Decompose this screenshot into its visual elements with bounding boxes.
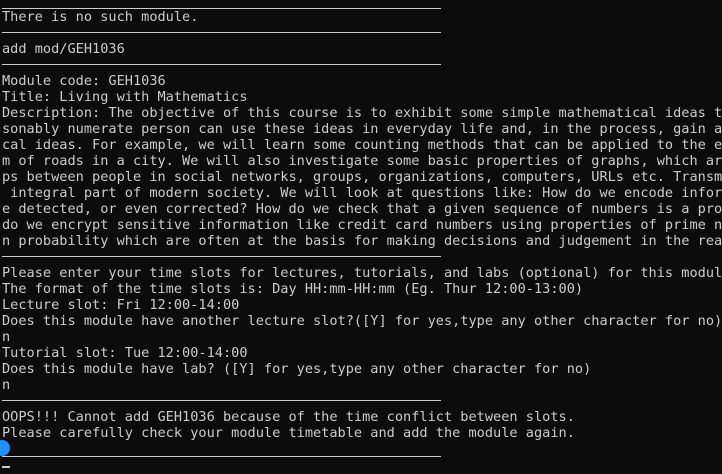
separator-line <box>2 400 441 401</box>
error-message-line: Please carefully check your module timet… <box>2 425 575 441</box>
separator-line <box>2 64 441 65</box>
tutorial-slot-line: Tutorial slot: Tue 12:00-14:00 <box>2 345 248 361</box>
separator-line <box>2 456 441 457</box>
module-code-line: Module code: GEH1036 <box>2 73 166 89</box>
description-line: n probability which are often at the bas… <box>2 233 722 249</box>
description-line: Description: The objective of this cours… <box>2 105 722 121</box>
lecture-slot-line: Lecture slot: Fri 12:00-14:00 <box>2 297 240 313</box>
description-line: m of roads in a city. We will also inves… <box>2 153 722 169</box>
prompt-line: Does this module have lab? ([Y] for yes,… <box>2 361 592 377</box>
description-line: cal ideas. For example, we will learn so… <box>2 137 722 153</box>
user-input-line: n <box>2 329 11 345</box>
description-line: integral part of modern society. We will… <box>2 185 722 201</box>
user-input-line: n <box>2 377 11 393</box>
text-cursor <box>2 466 10 468</box>
separator-line <box>2 32 441 33</box>
user-command-line: add mod/GEH1036 <box>2 41 125 57</box>
error-message-line: There is no such module. <box>2 9 199 25</box>
separator-line <box>2 256 441 257</box>
description-line: do we encrypt sensitive information like… <box>2 217 722 233</box>
description-line: sonably numerate person can use these id… <box>2 121 722 137</box>
module-title-line: Title: Living with Mathematics <box>2 89 248 105</box>
error-message-line: OOPS!!! Cannot add GEH1036 because of th… <box>2 409 575 425</box>
console-window[interactable]: There is no such module. add mod/GEH1036… <box>0 0 722 474</box>
prompt-line: Please enter your time slots for lecture… <box>2 265 722 281</box>
description-line: e detected, or even corrected? How do we… <box>2 201 722 217</box>
description-line: ps between people in social networks, gr… <box>2 169 722 185</box>
format-hint-line: The format of the time slots is: Day HH:… <box>2 281 584 297</box>
prompt-line: Does this module have another lecture sl… <box>2 313 722 329</box>
mouse-pointer-marker <box>0 440 10 456</box>
